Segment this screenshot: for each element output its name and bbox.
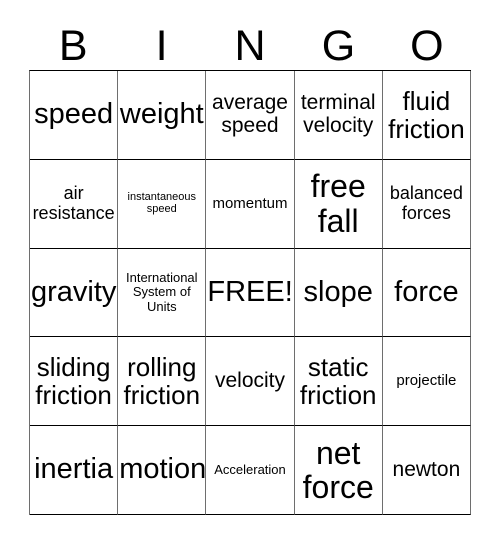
bingo-cell[interactable]: slope — [294, 248, 383, 338]
bingo-cell-label: slope — [303, 275, 373, 308]
bingo-cell[interactable]: air resistance — [30, 159, 119, 249]
bingo-cell[interactable]: static friction — [294, 337, 383, 427]
bingo-cell[interactable]: force — [382, 248, 471, 338]
bingo-cell[interactable]: sliding friction — [30, 337, 119, 427]
bingo-cell-label: force — [394, 275, 459, 308]
bingo-cell-label: terminal velocity — [300, 91, 376, 137]
bingo-cell-label: net force — [302, 434, 374, 506]
bingo-cell-label: FREE! — [207, 275, 293, 308]
bingo-cell-label: Acceleration — [214, 462, 286, 478]
bingo-cell[interactable]: free fall — [294, 159, 383, 249]
bingo-cell-label: static friction — [299, 352, 377, 411]
bingo-cell-label: projectile — [396, 372, 457, 390]
bingo-cell[interactable]: balanced forces — [382, 159, 471, 249]
bingo-header-letter-b: B — [58, 21, 88, 70]
bingo-cell-label: sliding friction — [35, 352, 112, 411]
bingo-cell[interactable]: net force — [294, 426, 383, 515]
bingo-cell-label: average speed — [212, 91, 288, 137]
bingo-cell[interactable]: Acceleration — [206, 426, 295, 515]
bingo-cell[interactable]: newton — [382, 426, 471, 515]
bingo-card: B I N G O speed weight average speed terminal v… — [0, 0, 500, 544]
bingo-cell[interactable]: fluid friction — [382, 71, 471, 160]
bingo-cell[interactable]: motion — [118, 426, 207, 515]
bingo-header-letter-g: G — [321, 21, 356, 70]
bingo-cell[interactable]: average speed — [206, 71, 295, 160]
bingo-cell-label: free fall — [310, 168, 366, 239]
bingo-cell-label: rolling friction — [123, 352, 201, 411]
bingo-cell[interactable]: International System of Units — [118, 248, 207, 338]
bingo-cell-label: gravity — [31, 275, 117, 308]
bingo-cell[interactable]: instantaneous speed — [118, 159, 207, 249]
bingo-cell-label: instantaneous speed — [127, 190, 197, 215]
bingo-cell[interactable]: inertia — [30, 426, 119, 515]
bingo-cell-label: balanced forces — [389, 183, 463, 223]
bingo-cell[interactable]: velocity — [206, 337, 295, 427]
bingo-cell-label: inertia — [34, 453, 114, 486]
bingo-cell-label: newton — [392, 457, 461, 481]
bingo-header: BINGO — [29, 22, 471, 70]
bingo-cell[interactable]: gravity — [30, 248, 119, 338]
bingo-cell[interactable]: rolling friction — [118, 337, 207, 427]
bingo-cell[interactable]: momentum — [206, 159, 295, 249]
bingo-cell-label: fluid friction — [388, 85, 465, 144]
bingo-header-letter-i: I — [155, 21, 168, 70]
bingo-header-letter-n: N — [234, 21, 266, 70]
bingo-cell-label: speed — [34, 98, 114, 131]
bingo-free-space[interactable]: FREE! — [206, 248, 295, 338]
bingo-cell-label: air resistance — [32, 183, 115, 223]
bingo-cell[interactable]: projectile — [382, 337, 471, 427]
bingo-cell-label: weight — [119, 98, 204, 131]
bingo-cell-label: International System of Units — [126, 270, 198, 314]
bingo-cell[interactable]: weight — [118, 71, 207, 160]
bingo-cell[interactable]: terminal velocity — [294, 71, 383, 160]
bingo-cell-label: momentum — [212, 194, 288, 212]
bingo-cell-label: velocity — [214, 368, 285, 392]
bingo-header-letter-o: O — [410, 21, 444, 70]
bingo-cell-label: motion — [119, 453, 207, 486]
bingo-cell[interactable]: speed — [30, 71, 119, 160]
bingo-grid: speed weight average speed terminal velocit… — [29, 70, 471, 515]
